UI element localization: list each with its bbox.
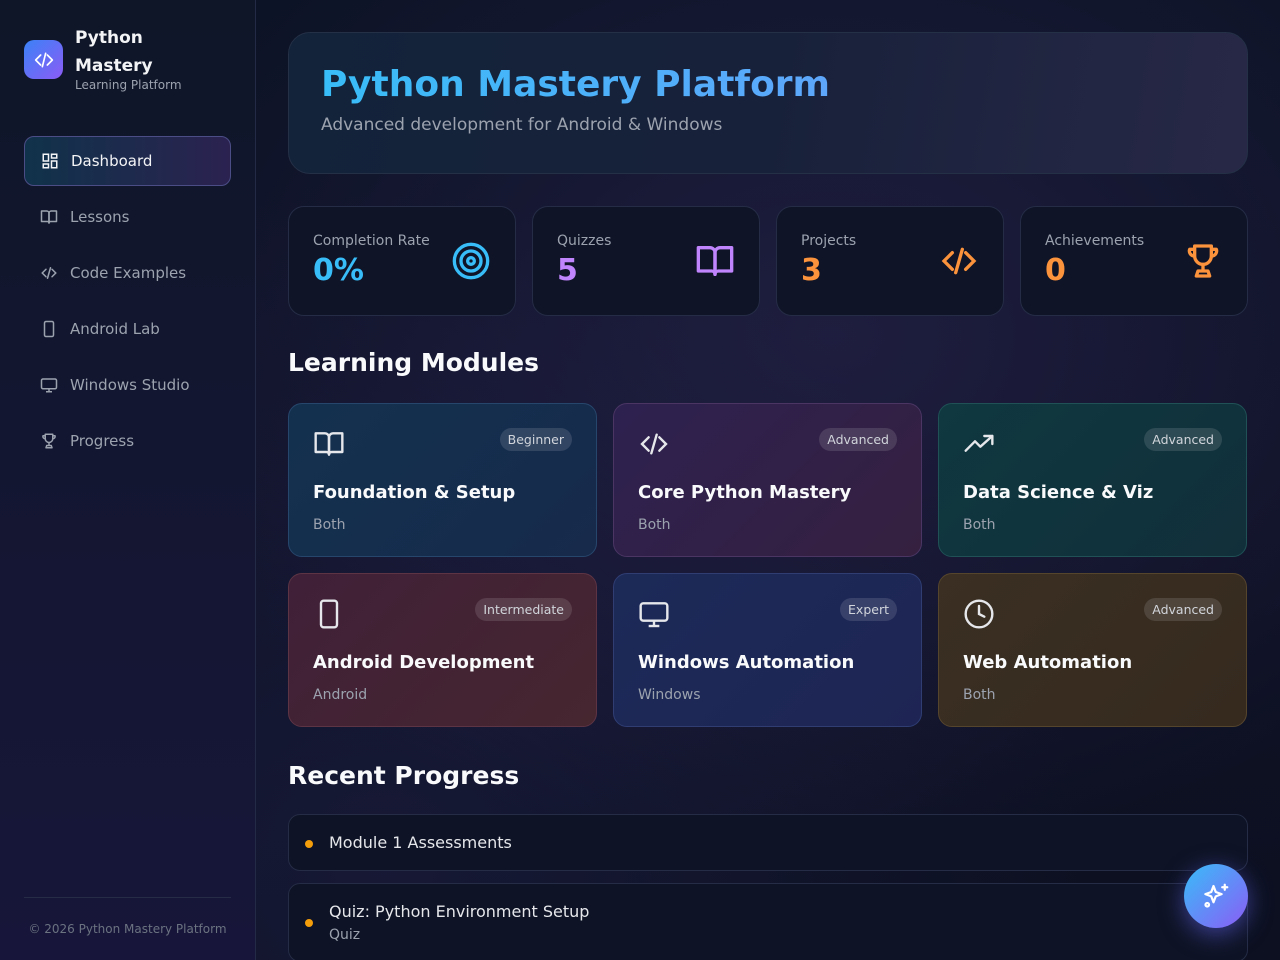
monitor-icon bbox=[40, 378, 58, 393]
stat-card-quizzes: Quizzes 5 bbox=[532, 206, 760, 316]
level-badge: Expert bbox=[840, 598, 897, 621]
book-icon bbox=[40, 210, 58, 224]
stat-card-completion: Completion Rate 0% bbox=[288, 206, 516, 316]
stats-row: Completion Rate 0% Quizzes 5 Projects 3 … bbox=[288, 206, 1248, 316]
code-icon bbox=[41, 267, 57, 279]
module-platform: Both bbox=[963, 517, 996, 533]
module-title: Android Development bbox=[313, 652, 535, 673]
module-title: Core Python Mastery bbox=[638, 482, 852, 503]
module-title: Web Automation bbox=[963, 652, 1133, 673]
sidebar-item-progress[interactable]: Progress bbox=[24, 416, 231, 466]
sparkles-icon bbox=[1204, 883, 1229, 908]
level-badge: Advanced bbox=[1144, 428, 1222, 451]
sidebar: Python Mastery Learning Platform Dashboa… bbox=[0, 0, 256, 960]
sidebar-nav: Dashboard Lessons Code Examples Android … bbox=[24, 136, 231, 472]
main-content: Python Mastery Platform Advanced develop… bbox=[288, 32, 1248, 960]
trophy-icon bbox=[42, 433, 56, 449]
module-card-core-python[interactable]: Advanced Core Python Mastery Both bbox=[613, 403, 922, 557]
sidebar-item-label: Dashboard bbox=[71, 152, 153, 170]
section-title-progress: Recent Progress bbox=[288, 761, 520, 790]
stat-card-achievements: Achievements 0 bbox=[1020, 206, 1248, 316]
sidebar-item-windows-studio[interactable]: Windows Studio bbox=[24, 360, 231, 410]
sidebar-footer: © 2026 Python Mastery Platform bbox=[24, 897, 231, 936]
page-subtitle: Advanced development for Android & Windo… bbox=[321, 115, 723, 135]
trending-up-icon bbox=[964, 434, 994, 452]
progress-title: Module 1 Assessments bbox=[329, 833, 512, 852]
stat-card-projects: Projects 3 bbox=[776, 206, 1004, 316]
brand[interactable]: Python Mastery Learning Platform bbox=[24, 24, 195, 92]
module-card-windows[interactable]: Expert Windows Automation Windows bbox=[613, 573, 922, 727]
level-badge: Beginner bbox=[499, 428, 572, 451]
book-open-icon bbox=[314, 432, 344, 456]
code-icon bbox=[640, 433, 668, 455]
module-platform: Windows bbox=[638, 687, 701, 703]
module-card-android[interactable]: Intermediate Android Development Android bbox=[288, 573, 597, 727]
grid-icon bbox=[42, 153, 58, 169]
module-title: Foundation & Setup bbox=[313, 482, 516, 503]
module-card-foundation[interactable]: Beginner Foundation & Setup Both bbox=[288, 403, 597, 557]
module-platform: Both bbox=[963, 687, 996, 703]
module-card-data-science[interactable]: Advanced Data Science & Viz Both bbox=[938, 403, 1247, 557]
trophy-icon bbox=[1187, 244, 1219, 278]
module-title: Windows Automation bbox=[638, 652, 855, 673]
list-item[interactable]: Module 1 Assessments bbox=[288, 814, 1248, 871]
brand-subtitle: Learning Platform bbox=[75, 78, 182, 92]
clock-icon bbox=[964, 599, 994, 629]
list-item[interactable]: Quiz: Python Environment Setup Quiz bbox=[288, 883, 1248, 960]
sidebar-item-code-examples[interactable]: Code Examples bbox=[24, 248, 231, 298]
module-platform: Android bbox=[313, 687, 368, 703]
level-badge: Intermediate bbox=[475, 598, 572, 621]
progress-type: Quiz bbox=[329, 927, 361, 943]
code-icon bbox=[941, 247, 977, 275]
sidebar-item-label: Progress bbox=[70, 432, 135, 450]
hero-banner: Python Mastery Platform Advanced develop… bbox=[288, 32, 1248, 174]
sidebar-item-label: Code Examples bbox=[70, 264, 187, 282]
sidebar-item-dashboard[interactable]: Dashboard bbox=[24, 136, 231, 186]
section-title-modules: Learning Modules bbox=[288, 348, 540, 377]
module-platform: Both bbox=[313, 517, 346, 533]
page-title: Python Mastery Platform bbox=[321, 63, 1215, 107]
sidebar-item-label: Android Lab bbox=[70, 320, 160, 338]
brand-name: Python Mastery bbox=[75, 28, 153, 76]
status-dot bbox=[305, 840, 313, 848]
module-card-web-automation[interactable]: Advanced Web Automation Both bbox=[938, 573, 1247, 727]
level-badge: Advanced bbox=[1144, 598, 1222, 621]
status-dot bbox=[305, 919, 313, 927]
sidebar-item-lessons[interactable]: Lessons bbox=[24, 192, 231, 242]
modules-grid: Beginner Foundation & Setup Both Advance… bbox=[288, 403, 1248, 727]
ai-assistant-button[interactable] bbox=[1184, 864, 1248, 928]
book-open-icon bbox=[696, 246, 734, 276]
smartphone-icon bbox=[319, 599, 339, 629]
smartphone-icon bbox=[43, 320, 55, 338]
monitor-icon bbox=[639, 602, 669, 628]
sidebar-item-android-lab[interactable]: Android Lab bbox=[24, 304, 231, 354]
progress-list: Module 1 Assessments Quiz: Python Enviro… bbox=[288, 814, 1248, 960]
progress-title: Quiz: Python Environment Setup bbox=[329, 902, 590, 921]
level-badge: Advanced bbox=[819, 428, 897, 451]
sidebar-item-label: Lessons bbox=[70, 208, 130, 226]
code-logo-icon bbox=[24, 40, 63, 79]
target-icon bbox=[452, 242, 490, 280]
module-title: Data Science & Viz bbox=[963, 482, 1154, 503]
sidebar-item-label: Windows Studio bbox=[70, 376, 190, 394]
module-platform: Both bbox=[638, 517, 671, 533]
